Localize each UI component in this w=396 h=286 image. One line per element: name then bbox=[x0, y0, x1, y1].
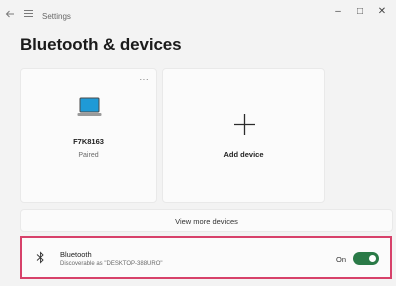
device-card[interactable]: ··· bbox=[20, 68, 157, 203]
back-arrow-icon[interactable] bbox=[5, 9, 15, 19]
page-title: Bluetooth & devices bbox=[20, 35, 182, 54]
device-name: F7K8163 bbox=[73, 137, 104, 146]
minimize-button[interactable]: – bbox=[330, 5, 346, 19]
toggle-knob bbox=[369, 255, 376, 262]
bluetooth-toggle[interactable] bbox=[353, 252, 379, 265]
plus-icon bbox=[234, 114, 255, 135]
maximize-button[interactable]: □ bbox=[352, 5, 368, 19]
bluetooth-state-label: On bbox=[336, 255, 347, 264]
add-device-button[interactable]: Add device bbox=[162, 68, 325, 203]
bluetooth-discoverable-text: Discoverable as "DESKTOP-388URO" bbox=[60, 261, 163, 267]
view-more-devices-button[interactable]: View more devices bbox=[20, 209, 393, 232]
view-more-devices-label: View more devices bbox=[175, 217, 238, 226]
bluetooth-icon bbox=[36, 251, 44, 264]
app-title: Settings bbox=[42, 12, 71, 21]
laptop-icon bbox=[77, 97, 102, 116]
bluetooth-setting-row[interactable]: Bluetooth Discoverable as "DESKTOP-388UR… bbox=[20, 236, 392, 279]
hamburger-menu-icon[interactable] bbox=[24, 10, 34, 18]
bluetooth-title: Bluetooth bbox=[60, 250, 92, 259]
title-bar: Settings – □ ✕ bbox=[0, 0, 396, 28]
more-options-icon[interactable]: ··· bbox=[140, 75, 150, 84]
close-button[interactable]: ✕ bbox=[374, 5, 390, 19]
add-device-label: Add device bbox=[223, 150, 264, 159]
device-status: Paired bbox=[78, 152, 99, 159]
